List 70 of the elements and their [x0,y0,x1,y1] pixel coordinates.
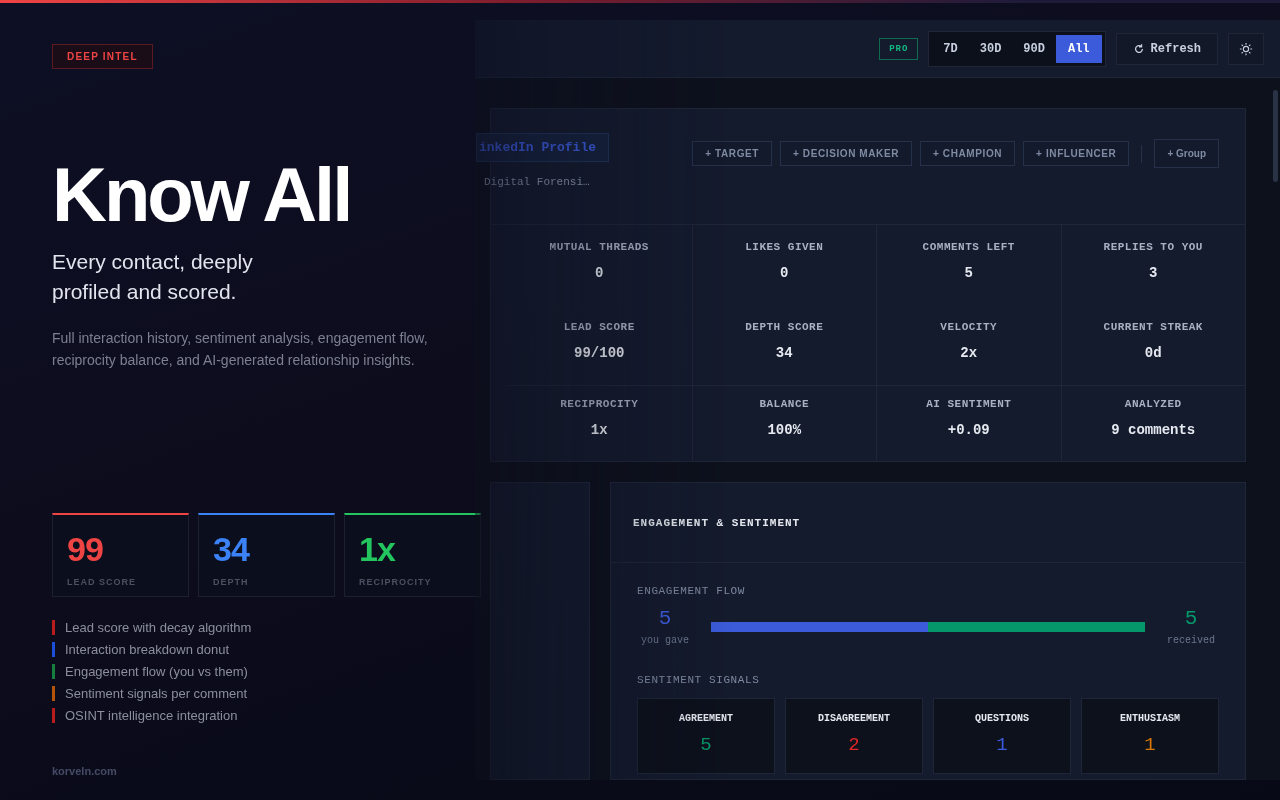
stat-label: LIKES GIVEN [745,241,824,253]
stat-value: +0.09 [947,422,990,438]
sun-icon [1239,41,1253,56]
profile-subtitle: Digital Forensi… [483,176,591,188]
gave-label: you gave [641,635,689,646]
subheadline: Every contact, deeply profiled and scored. [52,249,254,305]
stat-value: 0 [780,265,789,281]
feature-text: Interaction breakdown donut [65,641,230,657]
stat-label: BALANCE [759,398,810,410]
section-title: ENGAGEMENT FLOW [637,585,746,597]
stat-label: RECIPROCITY [560,398,639,410]
signal-value: 5 [700,734,712,756]
site-url: korveln.com [52,765,117,777]
signal-label: ENTHUSIASM [1120,713,1180,724]
stat-label: ANALYZED [1124,398,1182,410]
range-tab[interactable]: All [1055,34,1102,63]
score-value: 99 [67,531,103,567]
stat-value: 0d [1144,345,1162,361]
score-label: LEAD SCORE [67,577,136,587]
theme-toggle-button[interactable] [1228,32,1264,65]
received-count: 5 [1184,607,1198,631]
section-badge: DEEP INTEL [52,44,153,69]
range-tab[interactable]: 30D [968,34,1013,63]
headline: Know All [52,155,351,235]
stat-value: 34 [775,345,793,361]
feature-text: Lead score with decay algorithm [65,619,252,635]
stat-label: COMMENTS LEFT [922,241,1015,253]
stat-label: MUTUAL THREADS [549,241,649,253]
signal-value: 2 [848,734,860,756]
score-label: DEPTH [213,577,249,587]
stat-value: 1x [590,422,608,438]
plan-badge: PRO [879,37,919,60]
stat-value: 9 comments [1111,422,1196,438]
score-value: 1x [359,531,395,567]
range-tab[interactable]: 90D [1012,34,1056,63]
description: Full interaction history, sentiment analysis, engagement flow, reciprocity balance, and AI-generated relationship insights. [52,329,429,370]
stat-label: LEAD SCORE [563,321,635,333]
signal-label: DISAGREEMENT [818,713,890,724]
feature-text: Sentiment signals per comment [65,685,248,701]
signal-label: QUESTIONS [975,713,1029,724]
stat-value: 2x [960,345,978,361]
refresh-icon [1132,42,1145,55]
stat-value: 100% [767,422,802,438]
feature-text: OSINT intelligence integration [65,707,238,723]
feature-text: Engagement flow (you vs them) [65,663,248,679]
stat-label: DEPTH SCORE [745,321,824,333]
card-title: ENGAGEMENT & SENTIMENT [633,516,801,529]
stat-value: 0 [595,265,604,281]
signal-value: 1 [1144,734,1156,756]
tag-button[interactable]: + CHAMPION [920,141,1016,166]
stat-label: VELOCITY [940,321,998,333]
range-tab[interactable]: 7D [932,34,969,63]
tag-button[interactable]: + TARGET [692,141,773,166]
tag-button[interactable]: + INFLUENCER [1023,141,1130,166]
stat-value: 5 [964,265,973,281]
section-title: SENTIMENT SIGNALS [637,674,760,686]
group-button[interactable]: + Group [1154,139,1219,168]
stat-label: CURRENT STREAK [1103,321,1203,333]
stat-label: AI SENTIMENT [926,398,1012,410]
gave-count: 5 [658,607,672,631]
signal-value: 1 [996,734,1008,756]
refresh-button[interactable]: Refresh [1115,32,1218,65]
score-value: 34 [213,531,249,567]
stat-value: 99/100 [574,345,625,361]
stat-label: REPLIES TO YOU [1103,241,1203,253]
signal-label: AGREEMENT [679,713,733,724]
tag-button[interactable]: + DECISION MAKER [780,141,913,166]
received-label: received [1167,635,1215,646]
score-label: RECIPROCITY [359,577,432,587]
stat-value: 3 [1149,265,1158,281]
